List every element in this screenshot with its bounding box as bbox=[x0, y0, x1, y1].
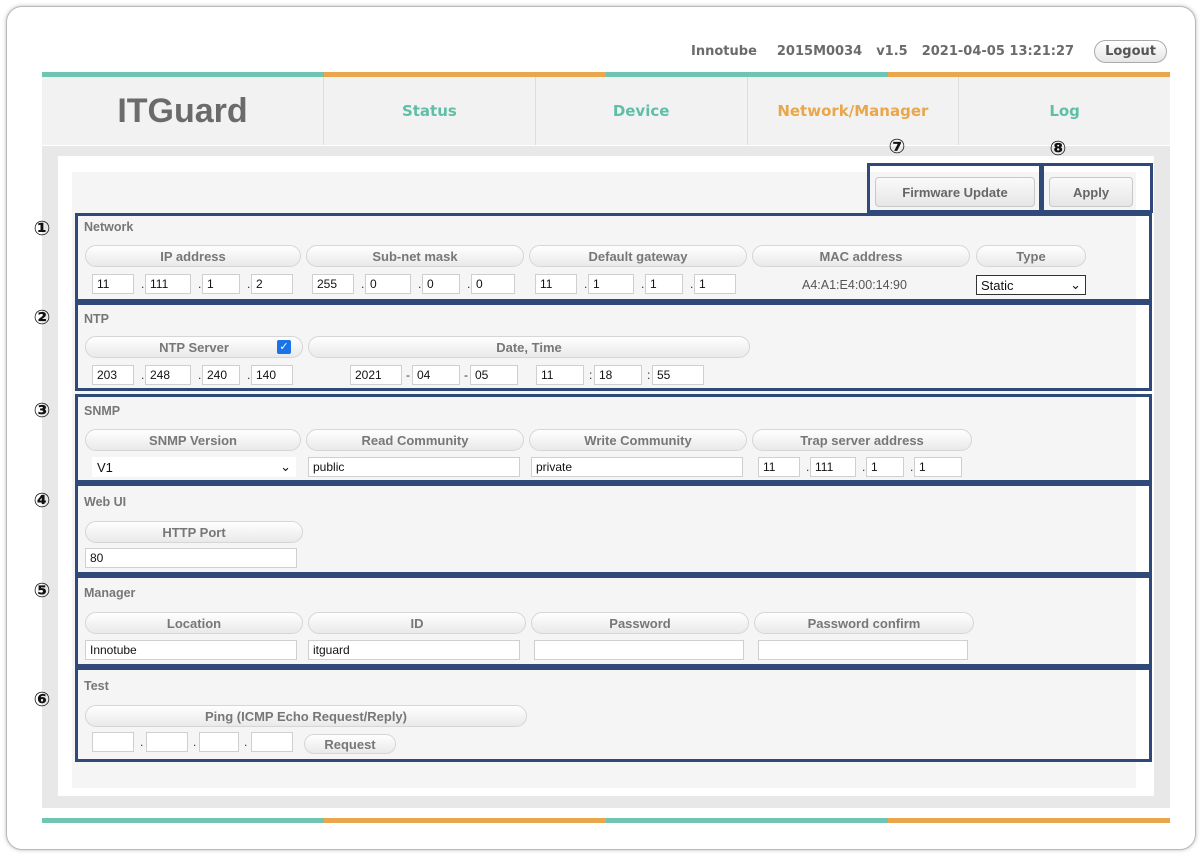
write-community-input[interactable]: private bbox=[531, 457, 743, 477]
time-second[interactable]: 55 bbox=[652, 365, 704, 385]
serial-number: 2015M0034 bbox=[776, 43, 863, 59]
subnet-octet-1[interactable]: 255 bbox=[312, 274, 354, 294]
subnet-octet-4[interactable]: 0 bbox=[471, 274, 515, 294]
password-confirm-input[interactable] bbox=[758, 640, 968, 660]
section-title-webui: Web UI bbox=[84, 495, 127, 509]
brand-name: Innotube bbox=[691, 43, 757, 59]
password-input[interactable] bbox=[534, 640, 744, 660]
ping-octet-3[interactable] bbox=[199, 732, 239, 752]
trap-octet-3[interactable]: 1 bbox=[866, 457, 904, 477]
snmp-version-select[interactable]: V1 ⌄ bbox=[92, 457, 296, 477]
snmp-version-value: V1 bbox=[97, 459, 113, 475]
logout-button[interactable]: Logout bbox=[1094, 39, 1167, 63]
location-input[interactable]: Innotube bbox=[85, 640, 297, 660]
date-time-label: Date, Time bbox=[308, 336, 750, 358]
default-gateway-label: Default gateway bbox=[529, 245, 747, 267]
section-title-manager: Manager bbox=[84, 586, 136, 600]
tab-device[interactable]: Device bbox=[536, 77, 748, 145]
ntp-server-label: NTP Server bbox=[85, 336, 303, 358]
marker-8: ⑧ bbox=[1049, 136, 1067, 160]
section-title-network: Network bbox=[84, 220, 134, 234]
time-hour[interactable]: 11 bbox=[536, 365, 584, 385]
gateway-octet-4[interactable]: 1 bbox=[694, 274, 736, 294]
section-title-test: Test bbox=[84, 679, 109, 693]
ntp-octet-3[interactable]: 240 bbox=[202, 365, 240, 385]
password-confirm-label: Password confirm bbox=[754, 612, 974, 634]
ip-octet-2[interactable]: 111 bbox=[145, 274, 191, 294]
ip-octet-1[interactable]: 11 bbox=[92, 274, 134, 294]
snmp-version-label: SNMP Version bbox=[85, 429, 301, 451]
apply-button[interactable]: Apply bbox=[1049, 177, 1133, 207]
trap-octet-1[interactable]: 11 bbox=[758, 457, 800, 477]
trap-octet-4[interactable]: 1 bbox=[914, 457, 962, 477]
version-label: v1.5 bbox=[876, 43, 908, 59]
main-nav: ITGuard Status Device Network/Manager Lo… bbox=[42, 77, 1170, 145]
tab-status[interactable]: Status bbox=[324, 77, 536, 145]
id-label: ID bbox=[308, 612, 526, 634]
read-community-input[interactable]: public bbox=[308, 457, 520, 477]
trap-server-label: Trap server address bbox=[752, 429, 972, 451]
bottom-stripe bbox=[42, 818, 1170, 823]
type-label: Type bbox=[976, 245, 1086, 267]
top-bar: Innotube 2015M0034 v1.5 2021-04-05 13:21… bbox=[691, 36, 1167, 66]
read-community-label: Read Community bbox=[306, 429, 524, 451]
ip-octet-4[interactable]: 2 bbox=[251, 274, 293, 294]
password-label: Password bbox=[531, 612, 749, 634]
section-title-ntp: NTP bbox=[84, 312, 109, 326]
mac-address-value: A4:A1:E4:00:14:90 bbox=[802, 278, 907, 292]
subnet-octet-3[interactable]: 0 bbox=[422, 274, 460, 294]
chevron-down-icon: ⌄ bbox=[280, 459, 291, 474]
section-title-snmp: SNMP bbox=[84, 404, 121, 418]
ip-octet-3[interactable]: 1 bbox=[202, 274, 240, 294]
marker-1: ① bbox=[33, 216, 51, 240]
ping-request-button[interactable]: Request bbox=[304, 734, 396, 754]
ntp-octet-2[interactable]: 248 bbox=[145, 365, 191, 385]
type-selected-value: Static bbox=[981, 277, 1014, 293]
http-port-label: HTTP Port bbox=[85, 521, 303, 543]
gateway-octet-2[interactable]: 1 bbox=[588, 274, 634, 294]
ping-octet-2[interactable] bbox=[146, 732, 188, 752]
date-year[interactable]: 2021 bbox=[350, 365, 402, 385]
ping-octet-4[interactable] bbox=[251, 732, 293, 752]
subnet-mask-label: Sub-net mask bbox=[306, 245, 524, 267]
ping-label: Ping (ICMP Echo Request/Reply) bbox=[85, 705, 527, 727]
date-month[interactable]: 04 bbox=[412, 365, 460, 385]
marker-7: ⑦ bbox=[888, 134, 906, 158]
ip-address-label: IP address bbox=[85, 245, 301, 267]
ntp-octet-4[interactable]: 140 bbox=[251, 365, 293, 385]
ntp-server-checkbox[interactable]: ✓ bbox=[277, 340, 291, 354]
ping-octet-1[interactable] bbox=[92, 732, 134, 752]
tab-network-manager[interactable]: Network/Manager bbox=[748, 77, 960, 145]
marker-3: ③ bbox=[33, 398, 51, 422]
marker-6: ⑥ bbox=[33, 687, 51, 711]
trap-octet-2[interactable]: 111 bbox=[810, 457, 856, 477]
write-community-label: Write Community bbox=[529, 429, 747, 451]
marker-4: ④ bbox=[33, 488, 51, 512]
http-port-input[interactable]: 80 bbox=[85, 548, 297, 568]
firmware-update-button[interactable]: Firmware Update bbox=[875, 177, 1035, 207]
location-label: Location bbox=[85, 612, 303, 634]
id-input[interactable]: itguard bbox=[308, 640, 520, 660]
time-minute[interactable]: 18 bbox=[594, 365, 642, 385]
current-datetime: 2021-04-05 13:21:27 bbox=[921, 43, 1075, 59]
app-logo: ITGuard bbox=[42, 77, 324, 145]
type-select[interactable]: Static ⌄ bbox=[976, 275, 1086, 295]
mac-address-label: MAC address bbox=[752, 245, 970, 267]
ntp-octet-1[interactable]: 203 bbox=[92, 365, 134, 385]
gateway-octet-1[interactable]: 11 bbox=[535, 274, 577, 294]
marker-5: ⑤ bbox=[33, 578, 51, 602]
tab-log[interactable]: Log bbox=[959, 77, 1170, 145]
chevron-down-icon: ⌄ bbox=[1070, 277, 1081, 292]
marker-2: ② bbox=[33, 305, 51, 329]
date-day[interactable]: 05 bbox=[470, 365, 518, 385]
gateway-octet-3[interactable]: 1 bbox=[645, 274, 683, 294]
subnet-octet-2[interactable]: 0 bbox=[365, 274, 411, 294]
